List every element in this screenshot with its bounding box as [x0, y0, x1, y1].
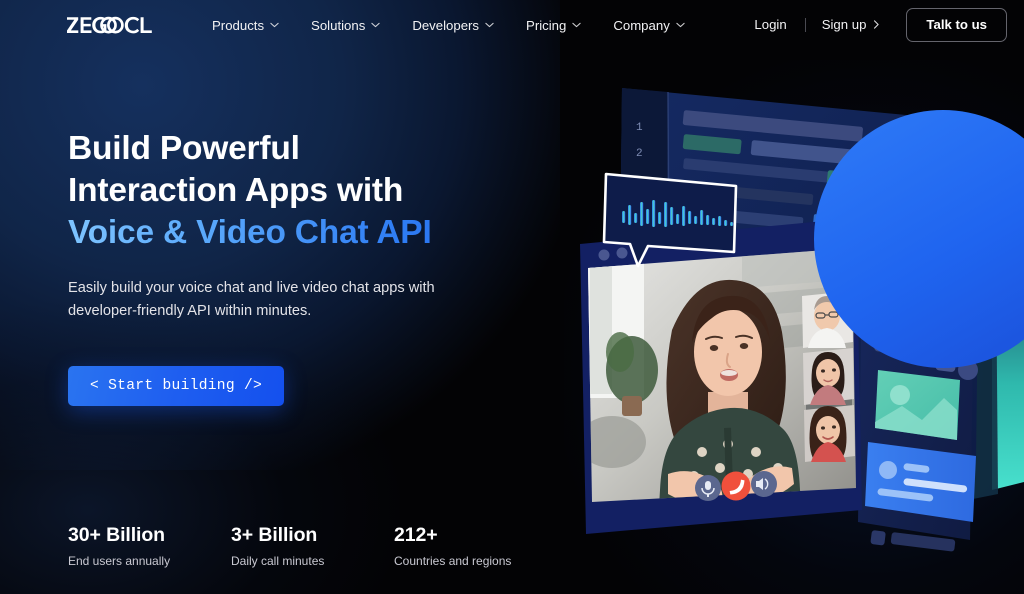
stat-value: 3+ Billion	[231, 524, 318, 546]
nav-item-label: Solutions	[311, 17, 366, 33]
title-line-3-accent: Voice & Video Chat API	[68, 212, 568, 254]
stat-value: 30+ Billion	[68, 524, 165, 546]
code-line-number: 2	[636, 148, 643, 160]
chevron-down-icon	[676, 22, 685, 28]
nav-item-pricing[interactable]: Pricing	[510, 12, 597, 39]
chevron-down-icon	[270, 22, 279, 28]
image-thumbnail	[875, 370, 960, 440]
title-line-1: Build Powerful	[68, 130, 300, 167]
window-dot	[616, 247, 628, 259]
stat-label: End users annually	[68, 554, 171, 569]
stat-item: 3+ Billion Daily call minutes	[231, 524, 394, 568]
nav-item-solutions[interactable]: Solutions	[295, 12, 396, 39]
nav-item-company[interactable]: Company	[597, 12, 700, 39]
hero-illustration: 1 2	[556, 70, 1024, 594]
chevron-down-icon	[485, 22, 494, 28]
chevron-down-icon	[371, 22, 380, 28]
signup-label: Sign up	[821, 17, 867, 33]
start-building-button[interactable]: < Start building />	[68, 365, 285, 406]
stat-label: Countries and regions	[394, 554, 512, 569]
page-title: Build Powerful Interaction Apps with Voi…	[68, 128, 568, 255]
avatar	[879, 461, 897, 479]
stat-label: Daily call minutes	[231, 554, 325, 569]
nav-item-label: Products	[212, 17, 265, 33]
hero-content: Build Powerful Interaction Apps with Voi…	[68, 128, 568, 406]
window-dot	[598, 249, 610, 261]
nav-item-developers[interactable]: Developers	[396, 12, 510, 39]
start-building-label: < Start building />	[90, 377, 263, 394]
signup-link[interactable]: Sign up	[810, 11, 893, 38]
logo[interactable]: ZEGOCLOUD	[67, 16, 167, 34]
zegocloud-wordmark-icon	[67, 16, 152, 34]
header-actions: Login Sign up Talk to us	[740, 8, 1007, 42]
participant-thumb-2	[803, 348, 854, 405]
header-divider	[804, 17, 806, 32]
login-link[interactable]: Login	[740, 11, 800, 38]
end-call-button	[721, 471, 751, 501]
nav-item-label: Developers	[412, 17, 480, 33]
stat-value: 212+	[394, 524, 438, 546]
nav-item-label: Company	[613, 17, 670, 33]
nav-item-products[interactable]: Products	[196, 12, 295, 39]
chevron-right-icon	[874, 20, 880, 30]
speaker-button	[751, 471, 777, 497]
chevron-down-icon	[572, 22, 582, 28]
stat-item: 212+ Countries and regions	[394, 524, 557, 568]
hero-page: ZEGOCLOUD Products Solutions Developers …	[0, 0, 1024, 594]
call-controls	[695, 471, 777, 501]
hero-subtitle: Easily build your voice chat and live vi…	[68, 279, 435, 320]
code-line-number: 1	[636, 122, 643, 134]
main-nav: Products Solutions Developers Pricing Co…	[196, 12, 701, 39]
stat-item: 30+ Billion End users annually	[68, 524, 231, 568]
participant-thumb-3	[804, 405, 855, 462]
nav-item-label: Pricing	[526, 17, 567, 33]
title-line-2: Interaction Apps with	[68, 172, 404, 210]
stats-row: 30+ Billion End users annually 3+ Billio…	[68, 524, 557, 568]
image-placeholder-icon	[890, 385, 910, 405]
talk-to-us-button[interactable]: Talk to us	[906, 8, 1007, 42]
site-header: ZEGOCLOUD Products Solutions Developers …	[0, 0, 1024, 50]
